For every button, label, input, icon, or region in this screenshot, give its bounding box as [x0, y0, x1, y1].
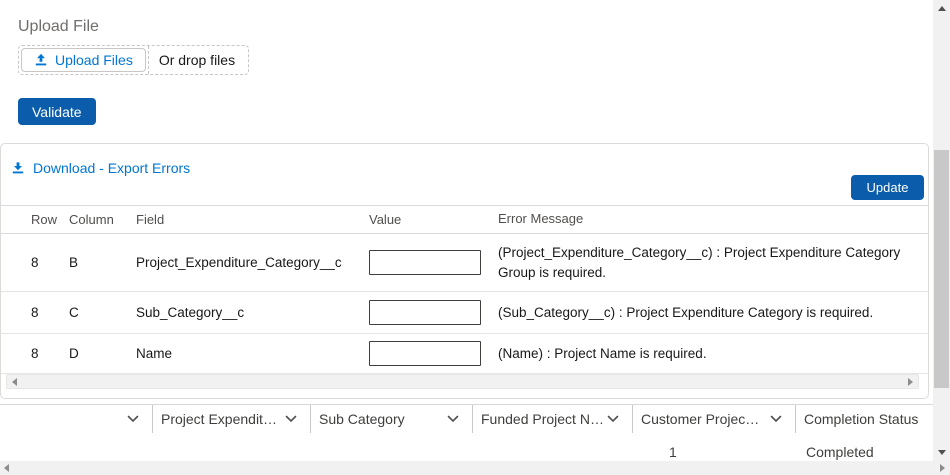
scroll-right-arrow-icon[interactable]	[908, 378, 913, 386]
row-number-cell: 8	[31, 305, 69, 320]
grid-column-label: Sub Category	[319, 411, 405, 427]
grid-column-completion-status[interactable]: Completion Status	[796, 405, 950, 433]
chevron-down-icon	[127, 415, 139, 423]
column-header-column: Column	[69, 212, 136, 227]
update-button[interactable]: Update	[851, 175, 924, 200]
value-input[interactable]	[369, 300, 481, 325]
scroll-left-arrow-icon[interactable]	[12, 378, 17, 386]
row-number-cell: 8	[31, 255, 69, 270]
scroll-up-arrow-icon[interactable]	[933, 0, 950, 17]
grid-column-sub-category[interactable]: Sub Category	[311, 405, 473, 433]
column-letter-cell: B	[69, 255, 136, 270]
error-message-cell: (Name) : Project Name is required.	[498, 344, 928, 364]
column-header-row: Row	[31, 212, 69, 227]
grid-column-project-expenditure[interactable]: Project Expendit…	[153, 405, 311, 433]
vertical-scrollbar-thumb[interactable]	[934, 150, 949, 388]
table-row: 8 D Name (Name) : Project Name is requir…	[1, 334, 928, 374]
drop-files-label: Or drop files	[149, 46, 248, 74]
column-letter-cell: C	[69, 305, 136, 320]
row-number-cell: 8	[31, 346, 69, 361]
vertical-scrollbar[interactable]	[933, 0, 950, 461]
horizontal-scrollbar[interactable]	[0, 461, 950, 475]
upload-files-button[interactable]: Upload Files	[21, 48, 146, 72]
value-input[interactable]	[369, 341, 481, 366]
upload-icon	[34, 53, 48, 67]
value-input[interactable]	[369, 250, 481, 275]
grid-column-label: Completion Status	[804, 411, 918, 427]
upload-files-label: Upload Files	[55, 52, 133, 68]
grid-column-label: Funded Project N…	[481, 411, 604, 427]
chevron-down-icon	[770, 415, 782, 423]
field-name-cell: Project_Expenditure_Category__c	[136, 255, 369, 270]
validate-button[interactable]: Validate	[18, 98, 96, 125]
column-header-field: Field	[136, 212, 369, 227]
upload-section-title: Upload File	[18, 18, 99, 36]
error-message-cell: (Project_Expenditure_Category__c) : Proj…	[498, 243, 928, 282]
table-row: 8 B Project_Expenditure_Category__c (Pro…	[1, 234, 928, 292]
field-name-cell: Name	[136, 346, 369, 361]
field-name-cell: Sub_Category__c	[136, 305, 369, 320]
grid-column-funded-project-name[interactable]: Funded Project N…	[473, 405, 633, 433]
grid-column-customer-project[interactable]: Customer Projec…	[633, 405, 796, 433]
chevron-down-icon	[447, 415, 459, 423]
preview-grid-header-row: Project Expendit… Sub Category Funded Pr…	[0, 404, 950, 433]
grid-column-label: Customer Projec…	[641, 411, 759, 427]
column-letter-cell: D	[69, 346, 136, 361]
error-table-header-row: Row Column Field Value Error Message	[1, 205, 928, 234]
customer-project-value: 1	[669, 444, 677, 460]
download-export-errors-link[interactable]: Download - Export Errors	[11, 160, 190, 176]
scroll-down-arrow-icon[interactable]	[933, 444, 950, 461]
grid-column-blank[interactable]	[0, 405, 153, 433]
column-header-error-message: Error Message	[498, 210, 928, 229]
error-message-cell: (Sub_Category__c) : Project Expenditure …	[498, 303, 928, 323]
file-dropzone[interactable]: Upload Files Or drop files	[18, 45, 249, 75]
download-icon	[11, 161, 25, 175]
chevron-down-icon	[285, 415, 297, 423]
scroll-left-arrow-icon[interactable]	[4, 464, 9, 472]
card-horizontal-scrollbar[interactable]	[6, 374, 919, 389]
value-cell	[369, 341, 498, 366]
column-header-value: Value	[369, 212, 498, 227]
value-cell	[369, 250, 498, 275]
table-row: 8 C Sub_Category__c (Sub_Category__c) : …	[1, 292, 928, 334]
download-link-label: Download - Export Errors	[33, 160, 190, 176]
error-table: Row Column Field Value Error Message 8 B…	[1, 205, 928, 374]
grid-column-label: Project Expendit…	[161, 411, 277, 427]
chevron-down-icon	[607, 415, 619, 423]
value-cell	[369, 300, 498, 325]
error-results-card: Download - Export Errors Update Row Colu…	[0, 143, 929, 399]
completion-status-value: Completed	[806, 444, 874, 460]
scroll-right-arrow-icon[interactable]	[940, 464, 945, 472]
